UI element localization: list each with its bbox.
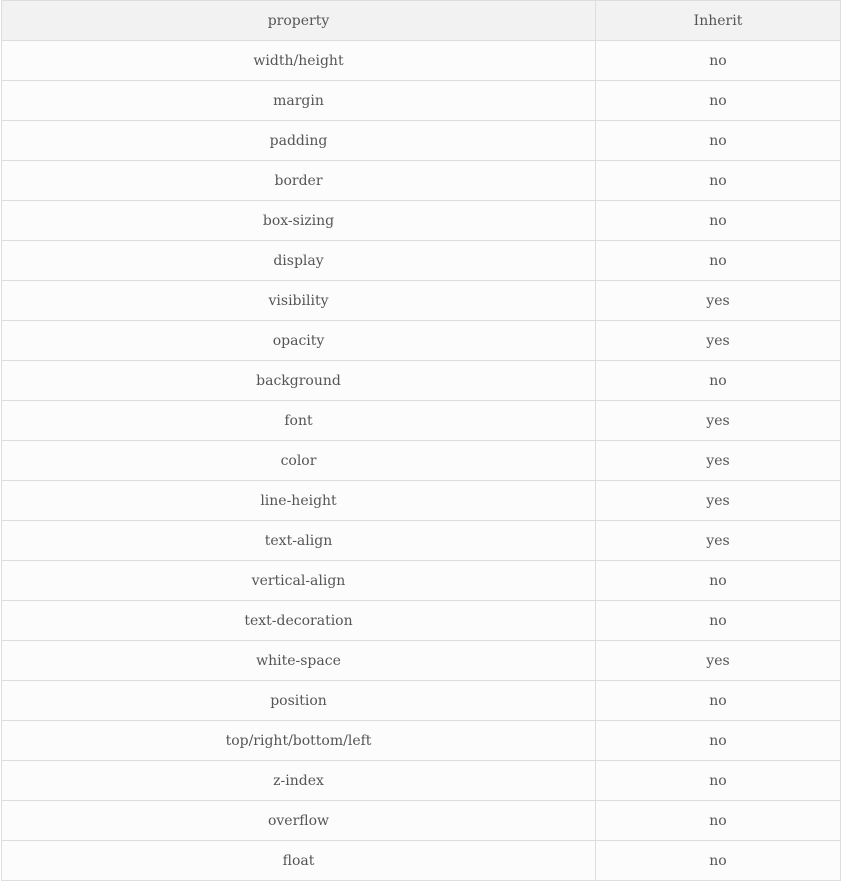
- inherit-cell: yes: [595, 480, 841, 521]
- inherit-cell: no: [595, 720, 841, 761]
- table-row: color yes: [1, 440, 841, 481]
- property-cell: z-index: [1, 760, 596, 801]
- inherit-cell: no: [595, 80, 841, 121]
- inherit-cell: no: [595, 840, 841, 881]
- table-row: z-index no: [1, 760, 841, 801]
- inherit-cell: no: [595, 800, 841, 841]
- table-row: position no: [1, 680, 841, 721]
- property-cell: font: [1, 400, 596, 441]
- property-cell: width/height: [1, 40, 596, 81]
- inherit-cell: yes: [595, 400, 841, 441]
- property-cell: box-sizing: [1, 200, 596, 241]
- property-cell: opacity: [1, 320, 596, 361]
- property-cell: padding: [1, 120, 596, 161]
- column-header-property: property: [1, 0, 596, 41]
- table-row: padding no: [1, 120, 841, 161]
- table-row: float no: [1, 840, 841, 881]
- inherit-cell: yes: [595, 320, 841, 361]
- table-row: vertical-align no: [1, 560, 841, 601]
- table-row: top/right/bottom/left no: [1, 720, 841, 761]
- inherit-cell: no: [595, 120, 841, 161]
- inherit-cell: no: [595, 600, 841, 641]
- property-cell: float: [1, 840, 596, 881]
- property-cell: top/right/bottom/left: [1, 720, 596, 761]
- table-row: white-space yes: [1, 640, 841, 681]
- inherit-cell: yes: [595, 440, 841, 481]
- inherit-cell: no: [595, 560, 841, 601]
- css-inheritance-table: property Inherit width/height no margin no p…: [1, 0, 841, 881]
- property-cell: border: [1, 160, 596, 201]
- table-row: width/height no: [1, 40, 841, 81]
- inherit-cell: no: [595, 160, 841, 201]
- property-cell: white-space: [1, 640, 596, 681]
- header-row: property Inherit: [1, 0, 841, 41]
- property-cell: text-decoration: [1, 600, 596, 641]
- property-cell: display: [1, 240, 596, 281]
- inherit-cell: no: [595, 200, 841, 241]
- property-cell: line-height: [1, 480, 596, 521]
- table-row: overflow no: [1, 800, 841, 841]
- property-cell: vertical-align: [1, 560, 596, 601]
- property-cell: color: [1, 440, 596, 481]
- inherit-cell: yes: [595, 520, 841, 561]
- table-row: box-sizing no: [1, 200, 841, 241]
- table-row: line-height yes: [1, 480, 841, 521]
- table-row: text-decoration no: [1, 600, 841, 641]
- property-cell: background: [1, 360, 596, 401]
- property-cell: overflow: [1, 800, 596, 841]
- table-body: width/height no margin no padding no border no b…: [1, 40, 841, 881]
- inherit-cell: no: [595, 680, 841, 721]
- inherit-cell: yes: [595, 640, 841, 681]
- table-row: border no: [1, 160, 841, 201]
- table-row: font yes: [1, 400, 841, 441]
- table-row: opacity yes: [1, 320, 841, 361]
- table-header: property Inherit: [1, 0, 841, 41]
- inherit-cell: no: [595, 760, 841, 801]
- table-row: visibility yes: [1, 280, 841, 321]
- column-header-inherit: Inherit: [595, 0, 841, 41]
- table-row: margin no: [1, 80, 841, 121]
- property-cell: margin: [1, 80, 596, 121]
- table-row: text-align yes: [1, 520, 841, 561]
- property-cell: text-align: [1, 520, 596, 561]
- inherit-cell: no: [595, 360, 841, 401]
- table-row: background no: [1, 360, 841, 401]
- inherit-cell: no: [595, 40, 841, 81]
- inherit-cell: no: [595, 240, 841, 281]
- inherit-cell: yes: [595, 280, 841, 321]
- table-row: display no: [1, 240, 841, 281]
- property-cell: visibility: [1, 280, 596, 321]
- property-cell: position: [1, 680, 596, 721]
